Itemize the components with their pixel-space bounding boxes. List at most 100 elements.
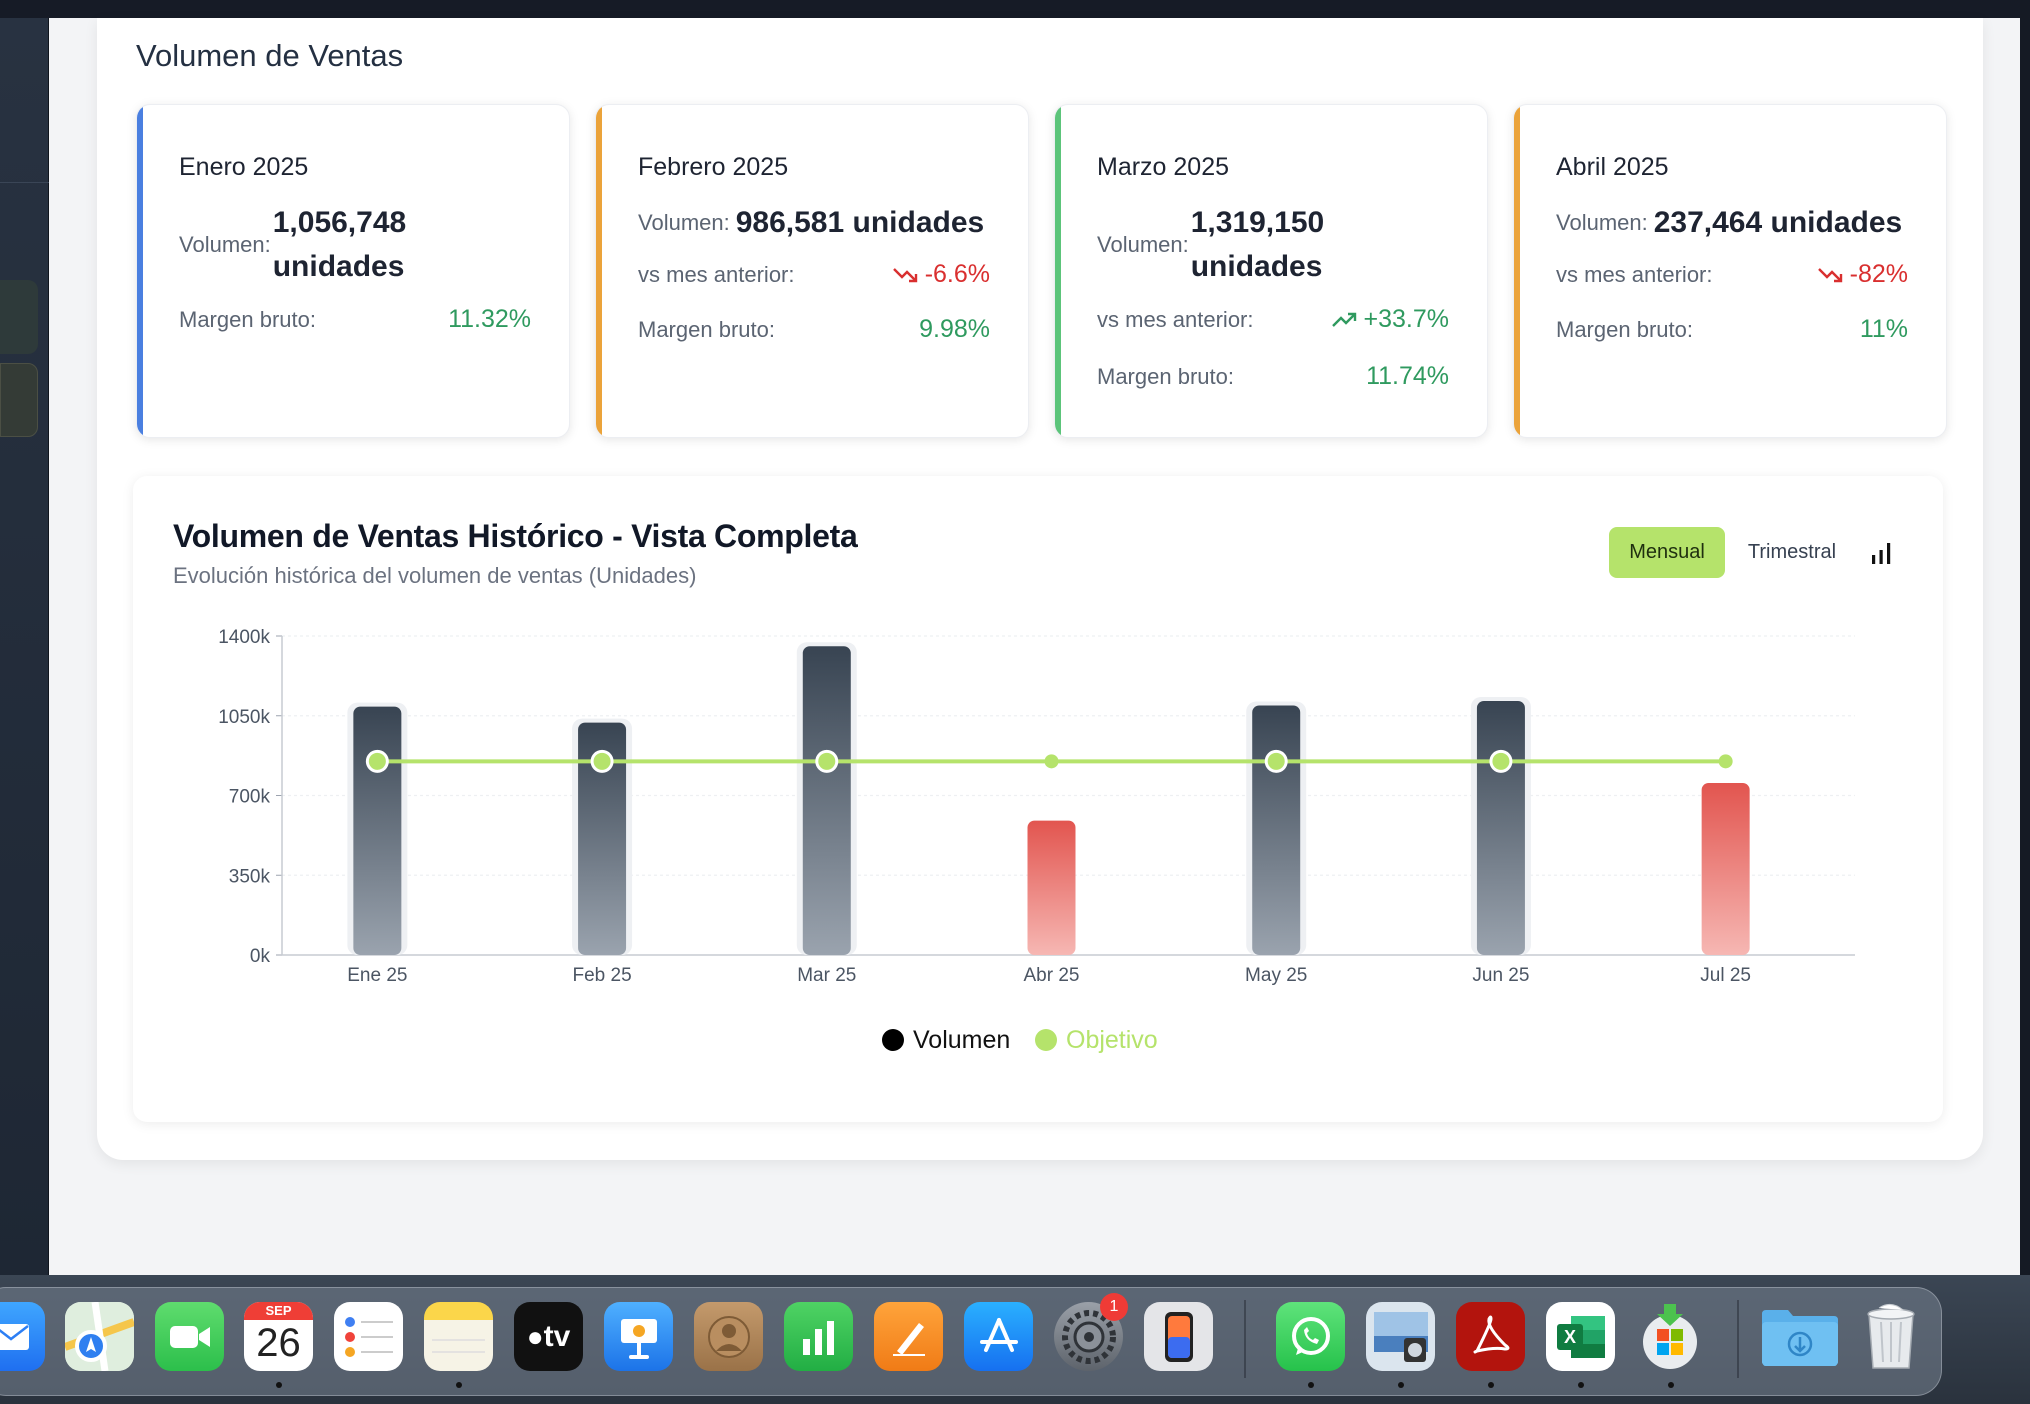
reminders-icon[interactable] (334, 1302, 403, 1371)
kpi-margin-value: 9.98% (919, 315, 990, 343)
dock-running-indicator (276, 1382, 282, 1388)
settings-badge: 1 (1100, 1293, 1128, 1321)
objetivo-point (815, 749, 839, 773)
calendar-day: 26 (256, 1321, 301, 1365)
kpi-change-text: +33.7% (1363, 305, 1450, 333)
kpi-margin-row: Margen bruto: 11.74% (1097, 362, 1449, 391)
objetivo-point (590, 749, 614, 773)
kpi-volume-value: 237,464 unidades (1653, 206, 1903, 239)
kpi-margin-label: Margen bruto: (179, 306, 316, 332)
chart-title: Volumen de Ventas Histórico - Vista Comp… (173, 518, 858, 554)
sidebar-item[interactable] (0, 363, 38, 437)
kpi-margin-value: 11.32% (448, 305, 531, 333)
kpi-volume-value: 1,319,150 unidades (1190, 206, 1325, 283)
x-tick-label: May 25 (1245, 965, 1307, 986)
trend-down-icon (892, 267, 917, 282)
kpi-volume-label: Volumen: (1097, 232, 1189, 257)
calendar-icon[interactable]: SEP 26 (244, 1302, 313, 1371)
pages-icon[interactable] (874, 1302, 943, 1371)
preview-icon[interactable] (1366, 1302, 1435, 1371)
y-tick-label: 1400k (218, 627, 270, 648)
bar-abr-25 (1027, 820, 1076, 955)
trend-up-icon (1331, 312, 1356, 327)
app-sidebar (0, 18, 49, 1275)
kpi-change-value: -82% (1817, 260, 1908, 289)
mail-icon[interactable] (0, 1302, 45, 1371)
monthly-button[interactable]: Mensual (1609, 527, 1725, 578)
kpi-change-text: -6.6% (924, 260, 990, 288)
y-tick-label: 700k (229, 787, 271, 808)
section-title: Volumen de Ventas (136, 38, 404, 73)
maps-icon[interactable] (65, 1302, 134, 1371)
kpi-volume-label: Volumen: (1556, 210, 1648, 235)
kpi-margin-row: Margen bruto: 9.98% (638, 315, 990, 344)
iphone-mirroring-icon[interactable] (1144, 1302, 1213, 1371)
bar-ene-25 (353, 706, 402, 955)
dock-running-indicator (1578, 1382, 1584, 1388)
kpi-change-label: vs mes anterior: (1556, 261, 1713, 287)
kpi-title: Enero 2025 (179, 153, 309, 181)
kpi-change-value: -6.6% (892, 260, 990, 289)
x-tick-label: Abr 25 (1024, 965, 1080, 986)
chart-subtitle: Evolución histórica del volumen de venta… (173, 563, 697, 588)
trash-icon[interactable] (1856, 1302, 1925, 1371)
kpi-volume-label: Volumen: (179, 232, 271, 257)
y-tick-label: 350k (229, 866, 271, 887)
kpi-volume-value: 986,581 unidades (735, 206, 985, 239)
sidebar-item[interactable] (0, 280, 38, 354)
facetime-icon[interactable] (155, 1302, 224, 1371)
kpi-change-row: vs mes anterior: -6.6% (638, 260, 990, 289)
kpi-title: Marzo 2025 (1097, 153, 1230, 181)
bar-jul-25 (1701, 782, 1750, 955)
bar-jun-25 (1476, 700, 1525, 955)
x-tick-label: Feb 25 (572, 965, 631, 986)
kpi-margin-row: Margen bruto: 11% (1556, 315, 1908, 344)
dock-running-indicator (456, 1382, 462, 1388)
kpi-volume: Volumen: 986,581 unidades (638, 201, 990, 245)
bar-may-25 (1252, 705, 1301, 955)
dock-running-indicator (1668, 1382, 1674, 1388)
y-tick-label: 0k (250, 946, 271, 967)
kpi-accent (1514, 105, 1520, 437)
notes-icon[interactable] (424, 1302, 493, 1371)
kpi-volume: Volumen: 1,319,150 unidades (1097, 201, 1449, 289)
keynote-icon[interactable] (604, 1302, 673, 1371)
objetivo-point (365, 749, 389, 773)
dock-running-indicator (1488, 1382, 1494, 1388)
numbers-icon[interactable] (784, 1302, 853, 1371)
objetivo-point (1044, 754, 1059, 769)
kpi-volume-value: 1,056,748 unidades (272, 206, 407, 283)
bar-chart-icon[interactable] (1869, 540, 1895, 566)
excel-icon[interactable]: X (1546, 1302, 1615, 1371)
calendar-month: SEP (244, 1302, 313, 1320)
svg-text:X: X (1563, 1327, 1575, 1347)
office-installer-icon[interactable] (1636, 1302, 1705, 1371)
legend-volumen-label: Volumen (913, 1026, 1010, 1054)
sidebar-divider (0, 182, 49, 183)
screen-top-strip (0, 0, 2030, 18)
kpi-card-april: Abril 2025 Volumen: 237,464 unidades vs … (1513, 104, 1947, 438)
y-tick-label: 1050k (218, 707, 270, 728)
bar-mar-25 (802, 646, 851, 955)
x-tick-label: Mar 25 (797, 965, 856, 986)
appletv-icon[interactable]: ● tv (514, 1302, 583, 1371)
downloads-folder-icon[interactable] (1760, 1302, 1840, 1371)
x-tick-label: Ene 25 (347, 965, 407, 986)
dock-divider (1244, 1300, 1246, 1378)
dock-running-indicator (1308, 1382, 1314, 1388)
kpi-change-label: vs mes anterior: (1097, 306, 1254, 332)
objetivo-point (1264, 749, 1288, 773)
appletv-apple-glyph: ● (526, 1320, 544, 1352)
acrobat-icon[interactable] (1456, 1302, 1525, 1371)
contacts-icon[interactable] (694, 1302, 763, 1371)
kpi-margin-label: Margen bruto: (1097, 363, 1234, 389)
whatsapp-icon[interactable] (1276, 1302, 1345, 1371)
x-tick-label: Jul 25 (1700, 965, 1751, 986)
quarterly-button[interactable]: Trimestral (1731, 527, 1853, 578)
kpi-volume: Volumen: 1,056,748 unidades (179, 201, 531, 289)
appstore-icon[interactable] (964, 1302, 1033, 1371)
dock-running-indicator (1398, 1382, 1404, 1388)
kpi-card-january: Enero 2025 Volumen: 1,056,748 unidades M… (136, 104, 570, 438)
kpi-margin-row: Margen bruto: 11.32% (179, 305, 531, 334)
kpi-change-value: +33.7% (1331, 305, 1450, 334)
